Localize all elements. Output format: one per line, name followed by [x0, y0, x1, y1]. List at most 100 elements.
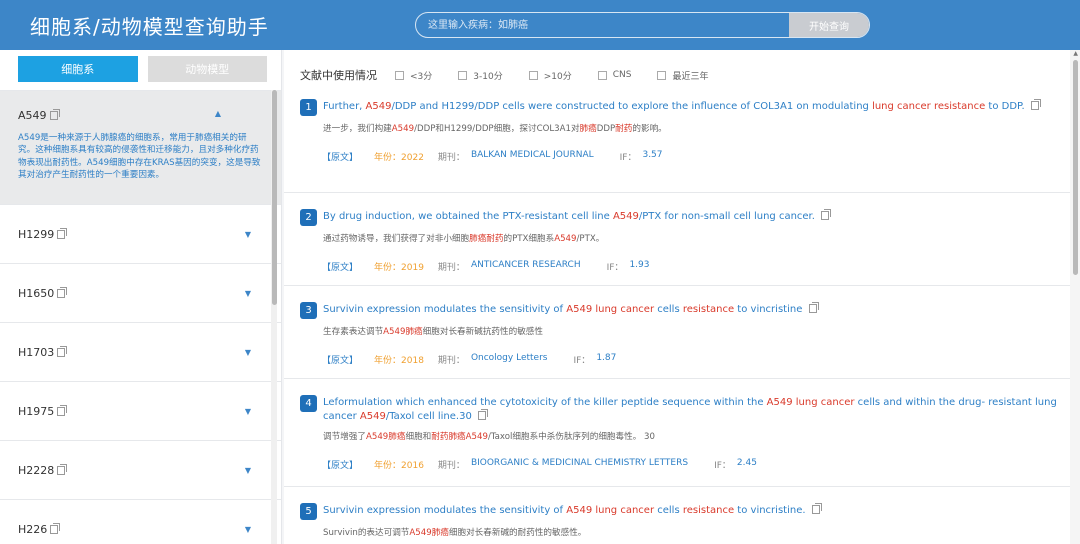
copy-icon[interactable] — [57, 345, 68, 357]
copy-icon[interactable] — [811, 503, 822, 514]
cell-line-name: H2228 — [18, 463, 68, 477]
cell-line-name: H1703 — [18, 345, 68, 359]
filter-options: <3分 3-10分 >10分 CNS 最近三年 — [395, 69, 734, 82]
article-title[interactable]: Survivin expression modulates the sensit… — [323, 302, 1064, 319]
left-scrollbar[interactable] — [271, 90, 277, 544]
copy-icon[interactable] — [57, 227, 68, 239]
copy-icon[interactable] — [57, 463, 68, 475]
article-title-row: 5 Survivin expression modulates the sens… — [300, 503, 1064, 520]
source-link[interactable]: 【原文】 — [322, 150, 358, 163]
cell-line-name: A549 — [18, 109, 60, 122]
checkbox-icon[interactable] — [395, 70, 404, 80]
checkbox-icon[interactable] — [528, 70, 538, 80]
cell-line-name: H1299 — [18, 227, 68, 241]
filter-checkbox[interactable]: CNS — [597, 69, 632, 82]
filter-checkbox[interactable]: 最近三年 — [657, 69, 708, 82]
right-scroll-thumb[interactable] — [1073, 60, 1078, 275]
cell-line-list: A549 ▲ A549是一种来源于人肺腺癌的细胞系，常用于肺癌相关的研究。这种细胞系… — [0, 90, 281, 544]
journal-name[interactable]: ANTICANCER RESEARCH — [471, 260, 581, 273]
filter-bar: 文献中使用情况 <3分 3-10分 >10分 CNS 最近三年 — [284, 50, 1080, 100]
article-number: 3 — [300, 302, 317, 319]
filter-option-label: >10分 — [543, 71, 572, 82]
filter-option-label: 最近三年 — [672, 71, 709, 82]
journal-label: 期刊： — [437, 461, 465, 471]
cell-line-item[interactable]: H1299 ▼ — [0, 204, 281, 263]
checkbox-icon[interactable] — [458, 70, 468, 80]
filter-option-label: CNS — [612, 70, 632, 80]
filter-checkbox[interactable]: >10分 — [528, 69, 572, 82]
chevron-down-icon[interactable]: ▼ — [245, 466, 251, 475]
article-item: 2 By drug induction, we obtained the PTX… — [284, 193, 1080, 286]
cell-line-name: H226 — [18, 522, 61, 536]
article-year: 年份：2022 — [374, 153, 424, 163]
article-number: 2 — [300, 209, 317, 226]
cell-line-item[interactable]: H2228 ▼ — [0, 440, 281, 499]
article-title[interactable]: Further, A549/DDP and H1299/DDP cells we… — [323, 99, 1064, 116]
filter-label: 文献中使用情况 — [300, 69, 377, 82]
copy-icon[interactable] — [808, 302, 819, 313]
copy-icon[interactable] — [49, 109, 60, 120]
checkbox-icon[interactable] — [597, 70, 607, 80]
copy-icon[interactable] — [57, 286, 68, 298]
journal-name[interactable]: BALKAN MEDICAL JOURNAL — [471, 150, 594, 163]
search-input[interactable] — [416, 13, 789, 37]
chevron-up-icon[interactable]: ▲ — [215, 109, 221, 122]
article-year: 年份：2016 — [374, 461, 424, 471]
article-translation: 生存素表达调节A549肺癌细胞对长春新碱抗药性的敏感性 — [323, 327, 543, 337]
chevron-down-icon[interactable]: ▼ — [245, 230, 251, 239]
copy-icon[interactable] — [1030, 99, 1041, 110]
article-translation: 进一步，我们构建A549/DDP和H1299/DDP细胞，探讨COL3A1对肺癌… — [323, 124, 667, 134]
article-item: 1 Further, A549/DDP and H1299/DDP cells … — [284, 99, 1080, 193]
journal-name[interactable]: Oncology Letters — [471, 353, 548, 366]
article-list: 1 Further, A549/DDP and H1299/DDP cells … — [284, 99, 1080, 544]
chevron-down-icon[interactable]: ▼ — [245, 407, 251, 416]
article-title[interactable]: By drug induction, we obtained the PTX-r… — [323, 209, 1064, 226]
copy-icon[interactable] — [478, 409, 488, 420]
journal-label: 期刊： — [437, 356, 465, 366]
journal-name[interactable]: BIOORGANIC & MEDICINAL CHEMISTRY LETTERS — [471, 458, 688, 471]
cell-line-panel: 细胞系 动物模型 A549 ▲ A549是一种来源于人肺腺癌的细胞系，常用于肺癌相关… — [0, 50, 282, 544]
cell-line-item[interactable]: H226 ▼ — [0, 499, 281, 544]
source-link[interactable]: 【原文】 — [322, 353, 358, 366]
copy-icon[interactable] — [821, 209, 832, 220]
article-title-row: 4 Leformulation which enhanced the cytot… — [300, 395, 1064, 424]
chevron-down-icon[interactable]: ▼ — [245, 525, 251, 534]
if-label: IF： — [714, 461, 731, 471]
filter-checkbox[interactable]: 3-10分 — [458, 69, 503, 82]
tab-cell-line[interactable]: 细胞系 — [18, 56, 138, 82]
chevron-down-icon[interactable]: ▼ — [245, 289, 251, 298]
impact-factor: 1.87 — [596, 353, 617, 363]
article-title[interactable]: Leformulation which enhanced the cytotox… — [323, 396, 1064, 424]
article-translation: 调节增强了A549肺癌细胞和耐药肺癌A549/Taxol细胞系中杀伤肽序列的细胞… — [323, 432, 655, 442]
filter-option-label: <3分 — [410, 71, 433, 82]
checkbox-icon[interactable] — [657, 70, 667, 80]
cell-line-name: H1650 — [18, 286, 68, 300]
app-header: 细胞系/动物模型查询助手 开始查询 — [0, 0, 1080, 50]
filter-option-label: 3-10分 — [473, 71, 503, 82]
scroll-up-icon[interactable]: ▲ — [1073, 50, 1078, 57]
left-scroll-thumb[interactable] — [272, 90, 277, 305]
article-meta: 【原文】 年份：2016 期刊： BIOORGANIC & MEDICINAL … — [322, 458, 1064, 471]
chevron-down-icon[interactable]: ▼ — [245, 348, 251, 357]
copy-icon[interactable] — [50, 522, 61, 534]
journal-label: 期刊： — [437, 153, 465, 163]
filter-checkbox[interactable]: <3分 — [395, 69, 432, 82]
cell-line-item[interactable]: H1650 ▼ — [0, 263, 281, 322]
article-year: 年份：2018 — [374, 356, 424, 366]
article-number: 5 — [300, 503, 317, 520]
cell-line-name: H1975 — [18, 404, 68, 418]
source-link[interactable]: 【原文】 — [322, 260, 358, 273]
source-link[interactable]: 【原文】 — [322, 458, 358, 471]
article-item: 3 Survivin expression modulates the sens… — [284, 286, 1080, 379]
right-scrollbar[interactable]: ▲ — [1070, 50, 1080, 544]
journal-label: 期刊： — [437, 263, 465, 273]
impact-factor: 2.45 — [736, 458, 757, 468]
article-meta: 【原文】 年份：2019 期刊： ANTICANCER RESEARCH IF：… — [322, 260, 1064, 273]
copy-icon[interactable] — [57, 404, 68, 416]
tab-animal-model[interactable]: 动物模型 — [147, 56, 267, 82]
search-button[interactable]: 开始查询 — [789, 13, 869, 37]
article-title[interactable]: Survivin expression modulates the sensit… — [323, 503, 1064, 520]
cell-line-item[interactable]: A549 ▲ A549是一种来源于人肺腺癌的细胞系，常用于肺癌相关的研究。这种细胞系… — [0, 90, 281, 204]
cell-line-item[interactable]: H1975 ▼ — [0, 381, 281, 440]
cell-line-item[interactable]: H1703 ▼ — [0, 322, 281, 381]
